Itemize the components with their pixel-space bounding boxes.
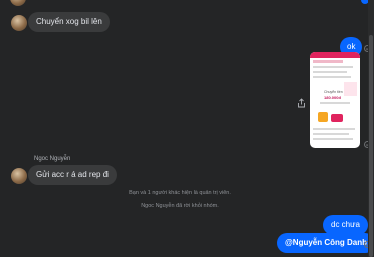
sender-avatar[interactable] [11, 168, 27, 184]
mention-message-bubble[interactable]: @Nguyễn Công Danh [277, 233, 374, 253]
message-bubble[interactable]: Chuyển xog bil lên [28, 12, 110, 32]
sender-avatar[interactable] [11, 15, 27, 31]
scrollbar-thumb[interactable] [369, 35, 373, 257]
card-amount: 180.000đ [324, 95, 341, 100]
card-line [313, 128, 355, 130]
card-line [320, 102, 350, 104]
image-attachment[interactable]: Chuyển tiền 180.000đ [310, 52, 360, 148]
card-line [313, 71, 347, 73]
gift-image [318, 112, 328, 122]
card-line [313, 138, 353, 140]
message-bubble[interactable]: dc chưa [323, 215, 368, 235]
card-header-bar [310, 52, 360, 58]
card-subheader [313, 60, 343, 63]
card-pink-box [344, 82, 357, 96]
message-bubble[interactable]: Gửi acc r á ad rep đi [28, 165, 117, 185]
header-avatar[interactable] [10, 0, 26, 6]
share-icon[interactable] [297, 95, 306, 108]
card-label: Chuyển tiền [324, 90, 343, 94]
system-notice: Ngoc Nguyễn đã rời khỏi nhóm. [141, 203, 219, 209]
sender-name: Ngoc Nguyễn [34, 156, 71, 162]
card-line [313, 76, 351, 78]
system-notice: Bạn và 1 người khác hiện là quản trị viê… [129, 190, 231, 196]
card-line [313, 133, 349, 135]
card-line [313, 66, 353, 68]
gift-image [331, 114, 343, 122]
